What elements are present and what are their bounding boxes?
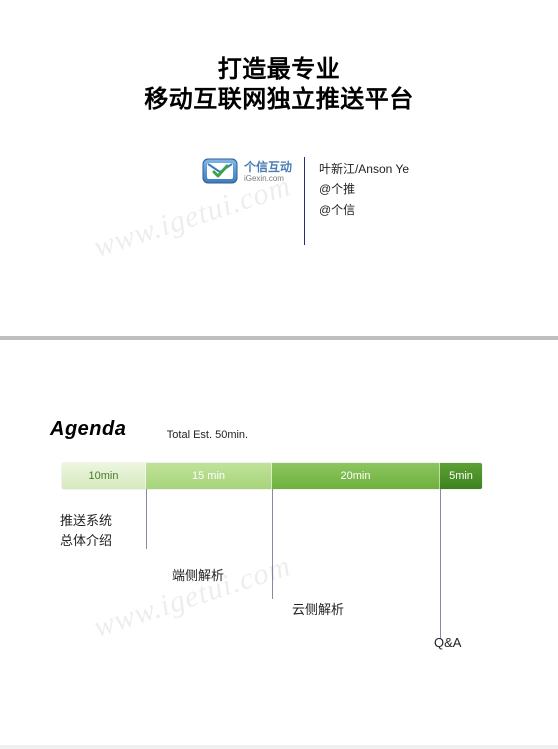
author-handle-2: @个信 <box>319 200 409 220</box>
timeline-segment-4: 5min <box>440 463 482 489</box>
author-name: 叶新江/Anson Ye <box>319 159 409 179</box>
title-slide: 打造最专业 移动互联网独立推送平台 <box>0 0 558 340</box>
logo-text-en: iGexin.com <box>244 175 292 183</box>
author-info: 叶新江/Anson Ye @个推 @个信 <box>319 157 409 220</box>
agenda-item-intro-l2: 总体介绍 <box>60 531 112 551</box>
agenda-item-intro: 推送系统 总体介绍 <box>60 511 112 550</box>
agenda-item-client: 端侧解析 <box>172 565 224 584</box>
agenda-item-qa: Q&A <box>434 635 461 650</box>
agenda-subheading: Total Est. 50min. <box>167 429 248 441</box>
agenda-slide: Agenda Total Est. 50min. 10min 15 min 20… <box>0 390 558 745</box>
vertical-divider <box>304 157 305 245</box>
title-block: 打造最专业 移动互联网独立推送平台 <box>0 55 558 115</box>
slide-gap <box>0 340 558 390</box>
timeline-bar: 10min 15 min 20min 5min <box>62 463 482 489</box>
author-row: 个信互动 iGexin.com 叶新江/Anson Ye @个推 @个信 <box>0 157 558 245</box>
envelope-check-icon <box>202 157 240 187</box>
logo-text-cn: 个信互动 <box>244 161 292 173</box>
title-line-1: 打造最专业 <box>0 55 558 85</box>
timeline-segment-3: 20min <box>272 463 440 489</box>
logo: 个信互动 iGexin.com <box>149 157 304 187</box>
author-handle-1: @个推 <box>319 179 409 199</box>
agenda-item-cloud: 云侧解析 <box>292 599 344 618</box>
agenda-item-intro-l1: 推送系统 <box>60 511 112 531</box>
timeline-segment-1: 10min <box>62 463 146 489</box>
title-line-2: 移动互联网独立推送平台 <box>0 85 558 115</box>
agenda-items: 推送系统 总体介绍 端侧解析 云侧解析 Q&A <box>62 489 482 659</box>
agenda-timeline: 10min 15 min 20min 5min 推送系统 总体介绍 端侧解析 云… <box>62 463 482 659</box>
timeline-segment-2: 15 min <box>146 463 272 489</box>
agenda-heading: Agenda <box>50 418 126 441</box>
